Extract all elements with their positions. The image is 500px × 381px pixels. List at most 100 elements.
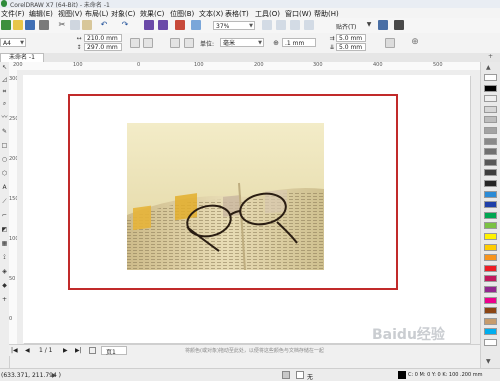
publish-pdf-icon[interactable] — [175, 20, 185, 30]
shape-tool-icon[interactable]: ◿ — [1, 76, 8, 83]
text-tool-icon[interactable]: A — [1, 184, 8, 191]
drop-shadow-icon[interactable]: ◩ — [1, 226, 8, 233]
color-swatch[interactable] — [484, 148, 497, 156]
crop-tool-icon[interactable]: ⌗ — [1, 88, 8, 95]
color-swatch[interactable] — [484, 296, 497, 304]
palette-drop-hint: 将颜色(或对象)拖动至此处，以便将这些颜色与文档存储在一起 — [185, 348, 324, 354]
add-page-icon[interactable]: ⊕ — [410, 37, 420, 47]
page-height-field[interactable]: 297.0 mm — [84, 43, 122, 51]
color-swatch[interactable] — [484, 233, 497, 240]
page-width-field[interactable]: 210.0 mm — [84, 34, 122, 42]
transparency-icon[interactable]: ▦ — [1, 240, 8, 247]
freehand-tool-icon[interactable]: 〰 — [1, 114, 8, 121]
property-bar: A4 ▼ ↔ 210.0 mm ↕ 297.0 mm 单位: 毫米 ▼ ⊕ .1… — [0, 33, 500, 54]
zoom-tool-icon[interactable]: ⌕ — [1, 100, 8, 107]
import-icon[interactable] — [144, 20, 154, 30]
next-page-icon[interactable]: ▶ — [63, 347, 68, 354]
palette-up-icon[interactable]: ▲ — [486, 64, 491, 71]
duplicate-x-field[interactable]: 5.0 mm — [336, 34, 366, 42]
add-page-icon[interactable] — [89, 347, 96, 354]
color-swatch[interactable] — [484, 317, 497, 325]
color-swatch[interactable] — [484, 339, 497, 346]
drawing-canvas[interactable]: Baidu经验 — [17, 70, 480, 344]
undo-icon[interactable]: ↶ — [99, 20, 109, 30]
snap-to-button[interactable]: 贴齐(T) — [336, 22, 356, 31]
color-swatch[interactable] — [484, 137, 497, 145]
artistic-media-icon[interactable]: ✎ — [1, 128, 8, 135]
grid-icon[interactable] — [290, 20, 300, 30]
ruler-label: 200 — [13, 62, 23, 68]
interactive-fill-icon[interactable]: ◈ — [1, 268, 8, 275]
ruler-label: 300 — [313, 62, 323, 68]
color-swatch[interactable] — [484, 243, 497, 251]
duplicate-y-field[interactable]: 5.0 mm — [336, 43, 366, 51]
document-tab[interactable]: 未命名 -1 — [0, 53, 44, 62]
color-swatch[interactable] — [484, 127, 497, 134]
last-page-icon[interactable]: ▶| — [75, 347, 82, 354]
options-icon[interactable] — [378, 20, 388, 30]
redo-icon[interactable]: ↷ — [120, 20, 130, 30]
snap-chevron-icon[interactable]: ▼ — [365, 20, 373, 30]
page-size-combo[interactable]: A4 ▼ — [0, 38, 26, 47]
first-page-icon[interactable]: |◀ — [11, 347, 18, 354]
eyedropper-icon[interactable]: ⟟ — [1, 254, 8, 261]
outline-status: C: 0 M: 0 Y: 0 K: 100 .200 mm — [408, 372, 483, 378]
copy-icon[interactable] — [70, 20, 80, 30]
color-swatch[interactable] — [484, 328, 497, 336]
color-swatch[interactable] — [484, 84, 497, 92]
baidu-watermark: Baidu经验 — [372, 327, 445, 343]
all-pages-icon[interactable] — [170, 38, 180, 48]
tab-add-icon[interactable]: + — [488, 53, 493, 60]
ellipse-tool-icon[interactable]: ○ — [1, 156, 8, 163]
color-swatch[interactable] — [484, 201, 497, 209]
landscape-icon[interactable] — [143, 38, 153, 48]
palette-down-icon[interactable]: ▼ — [486, 358, 491, 365]
zoom-combo[interactable]: 37% ▼ — [213, 21, 255, 30]
color-swatch[interactable] — [484, 307, 497, 315]
color-swatch[interactable] — [484, 286, 497, 293]
paste-icon[interactable] — [82, 20, 92, 30]
polygon-tool-icon[interactable]: ⬡ — [1, 170, 8, 177]
color-swatch[interactable] — [484, 116, 497, 124]
export-icon[interactable] — [158, 20, 168, 30]
cut-icon[interactable]: ✂ — [57, 20, 67, 30]
application-launcher-icon[interactable] — [394, 20, 404, 30]
toolbox-add-icon[interactable]: + — [1, 296, 8, 303]
full-screen-icon[interactable] — [262, 20, 272, 30]
color-swatch[interactable] — [484, 254, 497, 262]
page-tab[interactable]: 页1 — [101, 346, 127, 356]
print-icon[interactable] — [39, 20, 49, 30]
save-icon[interactable] — [25, 20, 35, 30]
status-expand-icon[interactable]: ▶ — [52, 372, 57, 379]
new-icon[interactable] — [1, 20, 11, 30]
color-swatch[interactable] — [484, 74, 497, 81]
color-swatch[interactable] — [484, 105, 497, 113]
color-swatch[interactable] — [484, 190, 497, 198]
rulers-icon[interactable] — [276, 20, 286, 30]
rectangle-tool-icon[interactable]: □ — [1, 142, 8, 149]
zoom-level-icon[interactable] — [191, 20, 201, 30]
current-page-icon[interactable] — [184, 38, 194, 48]
color-swatch[interactable] — [484, 275, 497, 283]
guidelines-icon[interactable] — [304, 20, 314, 30]
previous-page-icon[interactable]: ◀ — [25, 347, 30, 354]
units-combo[interactable]: 毫米 ▼ — [220, 38, 264, 47]
ruler-label: 100 — [73, 62, 83, 68]
color-swatch[interactable] — [484, 95, 497, 103]
portrait-icon[interactable] — [130, 38, 140, 48]
pick-tool-icon[interactable]: ↖ — [1, 64, 8, 71]
open-icon[interactable] — [13, 20, 23, 30]
nudge-distance-field[interactable]: .1 mm — [282, 38, 316, 47]
document-page[interactable] — [23, 75, 470, 343]
parallel-dimension-icon[interactable]: ⟋ — [1, 198, 8, 205]
color-swatch[interactable] — [484, 169, 497, 177]
connector-tool-icon[interactable]: ⌐ — [1, 212, 8, 219]
page-border-icon[interactable] — [385, 38, 395, 48]
imported-bitmap-glasses[interactable] — [127, 123, 324, 270]
color-swatch[interactable] — [484, 222, 497, 230]
color-swatch[interactable] — [484, 264, 497, 272]
smart-fill-icon[interactable]: ◆ — [1, 282, 8, 289]
color-swatch[interactable] — [484, 158, 497, 166]
color-swatch[interactable] — [484, 180, 497, 187]
color-swatch[interactable] — [484, 211, 497, 219]
